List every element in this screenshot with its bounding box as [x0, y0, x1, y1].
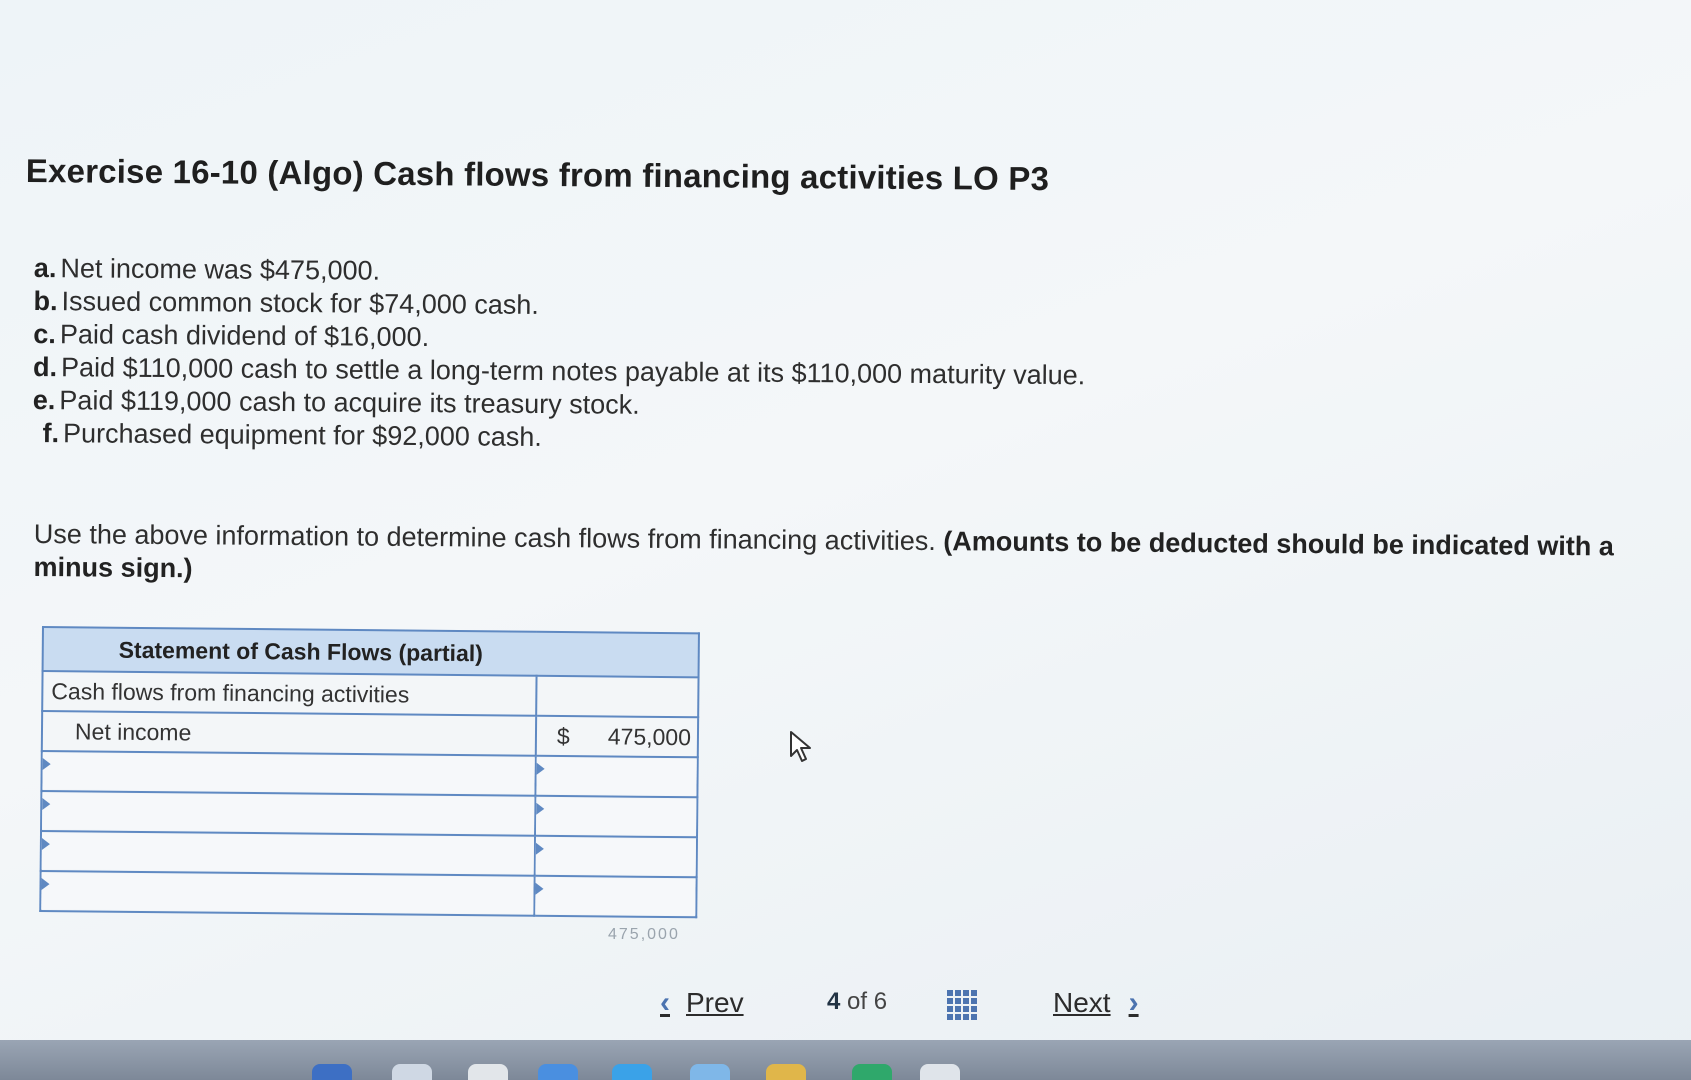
amount-input-cell[interactable] — [535, 795, 698, 838]
exercise-title: Exercise 16-10 (Algo) Cash flows from fi… — [25, 152, 1050, 198]
dropdown-marker-icon — [536, 762, 545, 775]
taskbar-app-icon[interactable] — [468, 1064, 508, 1080]
net-income-label: Net income — [41, 711, 537, 756]
statement-table: Statement of Cash Flows (partial) Cash f… — [39, 626, 700, 919]
grid-icon[interactable] — [947, 990, 979, 1020]
dropdown-marker-icon — [535, 842, 544, 855]
taskbar-app-icon[interactable] — [392, 1064, 432, 1080]
account-field[interactable] — [42, 793, 535, 834]
taskbar-app-icon[interactable] — [852, 1064, 892, 1080]
dropdown-marker-icon — [536, 802, 545, 815]
amount-field[interactable] — [535, 837, 696, 876]
amount-input-cell[interactable] — [534, 875, 697, 918]
mouse-pointer-icon — [790, 731, 811, 762]
account-select-cell[interactable] — [40, 831, 536, 876]
account-select-cell[interactable] — [40, 870, 535, 916]
account-select-cell[interactable] — [41, 791, 536, 836]
prev-button[interactable]: ‹ Prev — [660, 986, 744, 1020]
taskbar-app-icon[interactable] — [766, 1064, 806, 1080]
net-income-amount: $ 475,000 — [535, 715, 699, 758]
dropdown-marker-icon — [41, 878, 50, 891]
dropdown-marker-icon — [41, 838, 50, 851]
section-amount-cell — [536, 675, 699, 718]
chevron-left-icon: ‹ — [660, 986, 670, 1019]
os-taskbar — [0, 1040, 1691, 1080]
currency-symbol: $ — [556, 722, 570, 749]
taskbar-app-icon[interactable] — [538, 1064, 578, 1080]
facts-list: a. Net income was $475,000. b. Issued comm… — [32, 252, 1086, 458]
fact-item: f. Purchased equipment for $92,000 cash. — [42, 418, 543, 452]
dropdown-marker-icon — [42, 798, 51, 811]
amount-input-cell[interactable] — [534, 835, 698, 878]
chevron-right-icon: › — [1128, 986, 1139, 1019]
cash-flow-statement: Statement of Cash Flows (partial) Cash f… — [39, 626, 700, 919]
amount-field[interactable] — [535, 877, 696, 916]
amount-field[interactable] — [536, 797, 697, 836]
page-indicator: 4 of 6 — [827, 988, 888, 1015]
account-field[interactable] — [41, 833, 534, 874]
taskbar-app-icon[interactable] — [612, 1064, 652, 1080]
account-field[interactable] — [41, 873, 534, 914]
amount-field[interactable] — [536, 757, 697, 796]
dropdown-marker-icon — [42, 758, 51, 771]
taskbar-app-icon[interactable] — [312, 1064, 352, 1080]
statement-header: Statement of Cash Flows (partial) — [42, 627, 699, 678]
instruction-text: Use the above information to determine c… — [33, 518, 1614, 584]
question-navigation: ‹ Prev 4 of 6 Next › — [0, 986, 1691, 1026]
amount-input-cell[interactable] — [535, 755, 698, 798]
account-field[interactable] — [42, 753, 535, 794]
taskbar-app-icon[interactable] — [920, 1064, 960, 1080]
cut-off-total: 475,000 — [608, 926, 680, 943]
section-label: Cash flows from financing activities — [42, 671, 537, 716]
account-select-cell[interactable] — [41, 751, 536, 796]
next-button[interactable]: Next › — [1053, 986, 1139, 1020]
taskbar-app-icon[interactable] — [690, 1064, 730, 1080]
dropdown-marker-icon — [535, 882, 544, 895]
